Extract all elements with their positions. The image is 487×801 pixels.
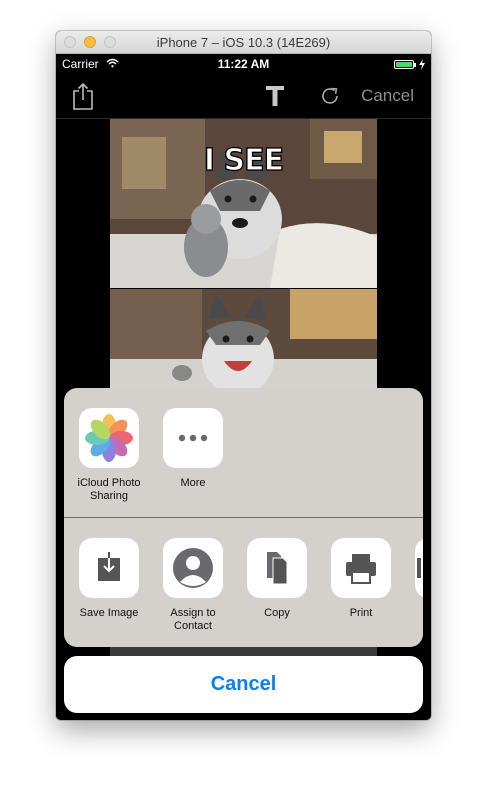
window-titlebar: iPhone 7 – iOS 10.3 (14E269)	[56, 31, 431, 54]
icloud-photo-sharing-tile[interactable]	[79, 408, 139, 468]
clock-label: 11:22 AM	[217, 57, 270, 71]
share-sheet-divider	[64, 517, 423, 518]
save-image-icon	[98, 552, 120, 581]
meme-photo-top: I SEE	[110, 119, 377, 288]
window-title: iPhone 7 – iOS 10.3 (14E269)	[156, 35, 331, 50]
print-label: Print	[349, 607, 373, 619]
nav-cancel-button[interactable]: Cancel	[361, 86, 414, 106]
meme-photo-bottom	[110, 289, 377, 395]
nav-bar: Cancel	[56, 74, 431, 119]
assign-to-contact-label: Assign to Contact	[170, 607, 216, 632]
husky-photo-bottom	[110, 289, 377, 395]
meme-top-text: I SEE	[203, 142, 285, 178]
more-label: More	[180, 477, 206, 489]
share-sheet: iCloud Photo Sharing More Save Image Ass…	[64, 388, 423, 647]
refresh-icon[interactable]	[319, 85, 341, 107]
share-sheet-cancel-label: Cancel	[210, 673, 277, 695]
icloud-drive-icon	[417, 558, 421, 578]
assign-to-contact-tile[interactable]	[163, 538, 223, 598]
device-screen: Carrier 11:22 AM Cancel I SEE iCloud Pho…	[56, 54, 431, 720]
icloud-drive-tile[interactable]	[415, 538, 423, 598]
charging-bolt-icon	[419, 59, 425, 70]
text-icon[interactable]	[265, 85, 285, 107]
copy-icon	[267, 552, 288, 585]
save-image-tile[interactable]	[79, 538, 139, 598]
icloud-drive-label: iC	[405, 620, 423, 633]
print-tile[interactable]	[331, 538, 391, 598]
battery-tip	[414, 63, 416, 67]
print-icon	[346, 554, 376, 584]
share-sheet-cancel[interactable]: Cancel	[64, 656, 423, 713]
more-apps-tile[interactable]	[163, 408, 223, 468]
battery-icon	[394, 60, 414, 69]
share-icon[interactable]	[72, 82, 94, 110]
more-icon	[178, 434, 208, 442]
copy-tile[interactable]	[247, 538, 307, 598]
save-image-label: Save Image	[79, 607, 139, 619]
simulator-window: iPhone 7 – iOS 10.3 (14E269) Carrier 11:…	[56, 31, 431, 720]
icloud-photo-sharing-label: iCloud Photo Sharing	[77, 477, 141, 502]
status-bar: Carrier 11:22 AM	[56, 54, 431, 74]
copy-label: Copy	[264, 607, 290, 619]
photos-icon	[85, 414, 133, 462]
contact-icon	[173, 548, 213, 588]
